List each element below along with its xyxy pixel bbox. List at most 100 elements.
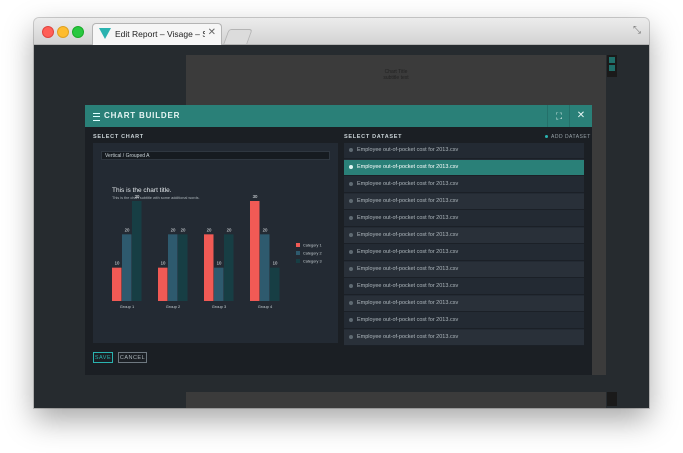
background-report-page-2 xyxy=(186,392,606,408)
menu-icon[interactable] xyxy=(93,113,100,121)
modal-title: CHART BUILDER xyxy=(104,111,181,120)
radio-icon xyxy=(349,301,353,305)
radio-icon xyxy=(349,335,353,339)
legend-swatch xyxy=(296,243,300,247)
dataset-name: Employee out-of-pocket cost for 2013.csv xyxy=(357,147,459,153)
bar xyxy=(224,234,234,301)
dataset-item[interactable]: Employee out-of-pocket cost for 2013.csv xyxy=(344,228,584,244)
radio-icon xyxy=(349,318,353,322)
tab-close-icon[interactable]: ✕ xyxy=(208,27,216,38)
x-tick-label: Group 3 xyxy=(212,304,227,309)
dataset-name: Employee out-of-pocket cost for 2013.csv xyxy=(357,164,459,170)
radio-icon xyxy=(349,284,353,288)
dataset-item[interactable]: Employee out-of-pocket cost for 2013.csv xyxy=(344,245,584,261)
select-chart-label: SELECT CHART xyxy=(93,134,144,140)
dataset-item[interactable]: Employee out-of-pocket cost for 2013.csv xyxy=(344,262,584,278)
x-tick-label: Group 1 xyxy=(120,304,135,309)
page-tools[interactable] xyxy=(607,55,617,77)
chart-builder-modal: CHART BUILDER ⛶ ✕ SELECT CHART SELECT DA… xyxy=(85,105,592,375)
bar xyxy=(158,267,168,301)
tab-title: Edit Report – Visage – Stag xyxy=(115,29,205,39)
bar-value-label: 20 xyxy=(263,227,268,232)
legend-label: Category 2 xyxy=(303,252,322,256)
tool-icon[interactable] xyxy=(609,57,615,63)
bar xyxy=(214,267,224,301)
bar-value-label: 10 xyxy=(161,261,166,266)
zoom-window-button[interactable] xyxy=(72,26,84,38)
bar xyxy=(178,234,188,301)
legend-swatch xyxy=(296,259,300,263)
legend-label: Category 1 xyxy=(303,244,322,248)
x-tick-label: Group 4 xyxy=(258,304,273,309)
dataset-list: Employee out-of-pocket cost for 2013.csv… xyxy=(344,143,584,346)
bar-value-label: 10 xyxy=(217,261,222,266)
close-window-button[interactable] xyxy=(42,26,54,38)
legend-swatch xyxy=(296,251,300,255)
browser-titlebar: Edit Report – Visage – Stag ✕ ⤡ xyxy=(34,18,649,45)
bar-value-label: 20 xyxy=(227,227,232,232)
bar-value-label: 10 xyxy=(115,261,120,266)
visage-logo-icon xyxy=(99,28,111,39)
radio-icon xyxy=(349,216,353,220)
minimize-window-button[interactable] xyxy=(57,26,69,38)
radio-icon xyxy=(349,165,353,169)
fullscreen-icon[interactable]: ⤡ xyxy=(633,25,641,36)
dataset-item[interactable]: Employee out-of-pocket cost for 2013.csv xyxy=(344,330,584,346)
dataset-item[interactable]: Employee out-of-pocket cost for 2013.csv xyxy=(344,160,584,176)
dataset-item[interactable]: Employee out-of-pocket cost for 2013.csv xyxy=(344,211,584,227)
add-dataset-label: ADD DATASET xyxy=(551,134,591,140)
dataset-name: Employee out-of-pocket cost for 2013.csv xyxy=(357,232,459,238)
dataset-name: Employee out-of-pocket cost for 2013.csv xyxy=(357,283,459,289)
dataset-name: Employee out-of-pocket cost for 2013.csv xyxy=(357,215,459,221)
dataset-name: Employee out-of-pocket cost for 2013.csv xyxy=(357,266,459,272)
radio-icon xyxy=(349,148,353,152)
tool-icon[interactable] xyxy=(609,65,615,71)
dataset-item[interactable]: Employee out-of-pocket cost for 2013.csv xyxy=(344,296,584,312)
background-chart-title: Chart Title subtitle text xyxy=(186,69,606,81)
bar-value-label: 20 xyxy=(171,227,176,232)
close-modal-button[interactable]: ✕ xyxy=(569,105,592,127)
dataset-item[interactable]: Employee out-of-pocket cost for 2013.csv xyxy=(344,313,584,329)
browser-tab[interactable]: Edit Report – Visage – Stag ✕ xyxy=(92,23,222,45)
cancel-button[interactable]: CANCEL xyxy=(118,352,147,363)
radio-icon xyxy=(349,250,353,254)
bar xyxy=(122,234,132,301)
expand-button[interactable]: ⛶ xyxy=(547,105,570,127)
bar-value-label: 10 xyxy=(273,261,278,266)
bar-value-label: 20 xyxy=(125,227,130,232)
bar xyxy=(168,234,178,301)
dataset-name: Employee out-of-pocket cost for 2013.csv xyxy=(357,181,459,187)
add-dataset-button[interactable]: ADD DATASET xyxy=(545,134,591,140)
select-dataset-label: SELECT DATASET xyxy=(344,134,403,140)
radio-icon xyxy=(349,233,353,237)
dataset-item[interactable]: Employee out-of-pocket cost for 2013.csv xyxy=(344,279,584,295)
bar xyxy=(270,267,280,301)
legend-label: Category 3 xyxy=(303,260,322,264)
radio-icon xyxy=(349,267,353,271)
bar xyxy=(204,234,214,301)
dataset-item[interactable]: Employee out-of-pocket cost for 2013.csv xyxy=(344,143,584,159)
dataset-name: Employee out-of-pocket cost for 2013.csv xyxy=(357,249,459,255)
browser-window: Edit Report – Visage – Stag ✕ ⤡ Chart Ti… xyxy=(34,18,649,408)
radio-icon xyxy=(349,182,353,186)
modal-header: CHART BUILDER ⛶ ✕ xyxy=(85,105,592,127)
bar-chart: 10 20 30 Group 1 10 20 20 Group 2 20 10 20 Group 3 3… xyxy=(112,194,322,309)
plus-dot-icon xyxy=(545,135,548,139)
background-subtitle-text: subtitle text xyxy=(383,75,409,81)
dataset-name: Employee out-of-pocket cost for 2013.csv xyxy=(357,334,459,340)
bar xyxy=(112,267,122,301)
radio-icon xyxy=(349,199,353,203)
browser-content: Chart Title subtitle text CHART BUILDER … xyxy=(34,45,649,408)
bar-value-label: 20 xyxy=(181,227,186,232)
new-tab-button[interactable] xyxy=(223,29,253,44)
save-button[interactable]: SAVE xyxy=(93,352,113,363)
dataset-item[interactable]: Employee out-of-pocket cost for 2013.csv xyxy=(344,177,584,193)
dataset-name: Employee out-of-pocket cost for 2013.csv xyxy=(357,300,459,306)
bar xyxy=(260,234,270,301)
bar-value-label: 30 xyxy=(135,194,140,199)
bar-value-label: 20 xyxy=(207,227,212,232)
page-tools-2[interactable] xyxy=(607,392,617,406)
dataset-item[interactable]: Employee out-of-pocket cost for 2013.csv xyxy=(344,194,584,210)
bar xyxy=(132,201,142,301)
x-tick-label: Group 2 xyxy=(166,304,181,309)
